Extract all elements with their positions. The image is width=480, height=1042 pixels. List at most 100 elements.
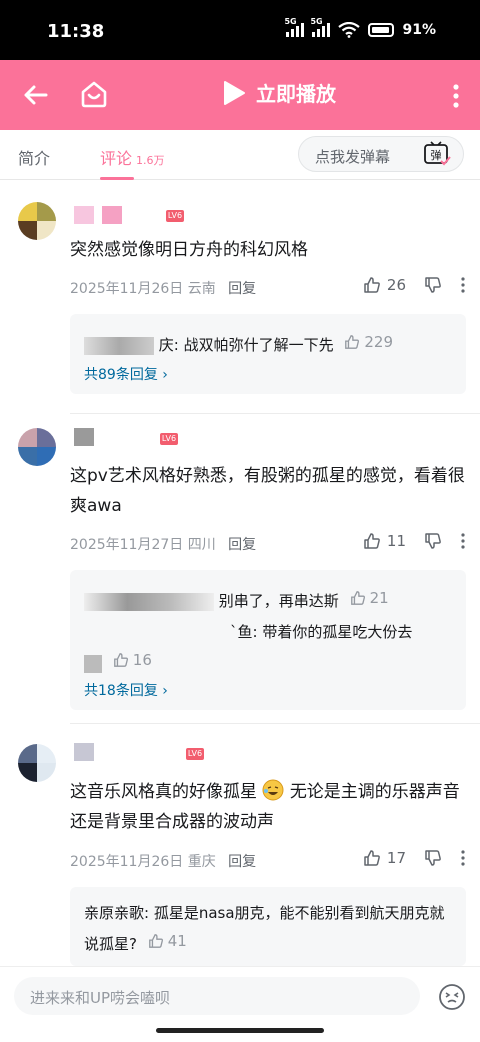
username-pixelated[interactable] bbox=[74, 204, 122, 226]
thumbs-down-icon[interactable] bbox=[424, 532, 442, 550]
pixelated-username bbox=[84, 336, 154, 355]
thumbs-up-icon bbox=[364, 533, 380, 549]
home-indicator[interactable] bbox=[156, 1028, 324, 1033]
thumbs-up-icon bbox=[113, 653, 128, 667]
network-type-label-2: 5G bbox=[310, 17, 323, 26]
tab-comments-count: 1.6万 bbox=[136, 154, 165, 167]
status-icons: 5G 5G 91% bbox=[284, 17, 436, 38]
thumbs-up-icon bbox=[364, 277, 380, 293]
comment-date: 2025年11月26日 bbox=[70, 854, 184, 870]
reply-button[interactable]: 回复 bbox=[228, 281, 256, 297]
tab-intro[interactable]: 简介 bbox=[18, 145, 50, 169]
reply-like[interactable]: 16 bbox=[113, 646, 152, 674]
chevron-right-icon: › bbox=[162, 367, 168, 383]
danmaku-toggle-icon[interactable]: 弹 bbox=[423, 141, 451, 167]
comment-actions: 11 bbox=[363, 532, 466, 550]
like-button[interactable]: 26 bbox=[363, 276, 406, 294]
avatar[interactable] bbox=[18, 428, 56, 466]
tab-comments[interactable]: 评论 1.6万 bbox=[100, 145, 165, 169]
reply-line: `鱼: 带着你的孤星吃大份去 bbox=[230, 618, 456, 646]
network-type-label: 5G bbox=[284, 17, 297, 26]
comment-meta: 2025年11月26日 云南 回复 bbox=[70, 278, 256, 298]
thumbs-up-icon bbox=[350, 591, 365, 605]
signal-5g-2-icon: 5G bbox=[310, 17, 331, 37]
comment-text-part1: 这音乐风格真的好像孤星 bbox=[70, 782, 257, 802]
reply-text: `鱼: 带着你的孤星吃大份去 bbox=[230, 623, 413, 641]
battery-icon bbox=[368, 23, 395, 37]
avatar[interactable] bbox=[18, 744, 56, 782]
reply-preview-box[interactable]: 庆: 战双帕弥什了解一下先 229 共89条回复 › bbox=[70, 314, 466, 394]
like-count: 26 bbox=[386, 276, 406, 294]
divider bbox=[70, 413, 480, 414]
thumbs-up-icon bbox=[148, 934, 163, 948]
comment-date: 2025年11月26日 bbox=[70, 281, 184, 297]
reply-like[interactable]: 41 bbox=[148, 927, 187, 955]
username-pixelated[interactable] bbox=[74, 426, 94, 448]
more-replies-link[interactable]: 共89条回复 › bbox=[84, 364, 168, 384]
more-options-icon[interactable] bbox=[460, 849, 466, 867]
laughing-emoji-icon bbox=[262, 779, 284, 801]
reply-preview-box[interactable]: 别串了，再串达斯 21 `鱼: 带着你的孤星吃大份去 16 共18条回复 › bbox=[70, 570, 466, 710]
home-icon[interactable] bbox=[78, 78, 110, 110]
like-button[interactable]: 11 bbox=[363, 532, 406, 550]
reply-button[interactable]: 回复 bbox=[228, 854, 256, 870]
play-icon bbox=[224, 80, 245, 105]
comment-location: 云南 bbox=[187, 281, 216, 297]
reply-like[interactable]: 229 bbox=[344, 328, 393, 356]
pixelated-username bbox=[84, 592, 214, 611]
thumbs-up-icon bbox=[345, 335, 360, 349]
level-badge: LV6 bbox=[160, 433, 178, 445]
danmaku-icon-text: 弹 bbox=[431, 148, 442, 162]
reply-text: 亲原亲歌: 孤星是nasa朋克，能不能别看到航天朋克就说孤星? bbox=[84, 904, 445, 953]
level-badge: LV6 bbox=[186, 748, 204, 760]
danmaku-input[interactable]: 点我发弹幕 弹 bbox=[298, 136, 464, 172]
more-vertical-icon[interactable] bbox=[444, 80, 468, 112]
top-bar: 立即播放 bbox=[0, 60, 480, 130]
reply-like-count: 21 bbox=[369, 589, 389, 607]
reply-like-count: 229 bbox=[364, 333, 394, 351]
more-replies-link[interactable]: 共18条回复 › bbox=[84, 680, 168, 700]
avatar[interactable] bbox=[18, 202, 56, 240]
pixelated-username bbox=[84, 654, 102, 673]
status-bar: 11:38 5G 5G 91% bbox=[0, 0, 480, 60]
reply-like-count: 41 bbox=[167, 932, 187, 950]
reply-line: 庆: 战双帕弥什了解一下先 229 bbox=[84, 328, 456, 359]
reply-text: 别串了，再串达斯 bbox=[218, 592, 339, 610]
battery-percent: 91% bbox=[402, 22, 436, 38]
reply-line: 16 bbox=[84, 646, 456, 677]
like-button[interactable]: 17 bbox=[363, 849, 406, 867]
comment-text: 这pv艺术风格好熟悉，有股粥的孤星的感觉，看着很爽awa bbox=[70, 466, 465, 516]
more-options-icon[interactable] bbox=[460, 276, 466, 294]
back-arrow-icon[interactable] bbox=[20, 79, 52, 111]
danmaku-placeholder: 点我发弹幕 bbox=[315, 148, 391, 166]
more-replies-label: 共89条回复 bbox=[84, 367, 158, 383]
reply-line: 亲原亲歌: 孤星是nasa朋克，能不能别看到航天朋克就说孤星? 41 bbox=[84, 899, 456, 958]
divider bbox=[70, 723, 480, 724]
level-badge: LV6 bbox=[166, 210, 184, 222]
comment-meta: 2025年11月27日 四川 回复 bbox=[70, 534, 256, 554]
comment-input[interactable]: 进来来和UP唠会嗑呗 bbox=[14, 977, 420, 1015]
comment-input-bar: 进来来和UP唠会嗑呗 bbox=[0, 966, 480, 1024]
reply-button[interactable]: 回复 bbox=[228, 537, 256, 553]
comment-location: 四川 bbox=[187, 537, 216, 553]
username-pixelated[interactable] bbox=[74, 741, 94, 763]
play-now-button[interactable]: 立即播放 bbox=[222, 78, 336, 107]
more-options-icon[interactable] bbox=[460, 532, 466, 550]
comment-date: 2025年11月27日 bbox=[70, 537, 184, 553]
chevron-right-icon: › bbox=[162, 683, 168, 699]
thumbs-up-icon bbox=[364, 850, 380, 866]
thumbs-down-icon[interactable] bbox=[424, 276, 442, 294]
play-now-label: 立即播放 bbox=[256, 82, 336, 106]
more-replies-label: 共18条回复 bbox=[84, 683, 158, 699]
reply-like[interactable]: 21 bbox=[350, 584, 389, 612]
tab-intro-label: 简介 bbox=[18, 149, 51, 168]
wifi-icon bbox=[338, 22, 361, 38]
tab-active-indicator bbox=[100, 177, 134, 180]
thumbs-down-icon[interactable] bbox=[424, 849, 442, 867]
reply-preview-box[interactable]: 亲原亲歌: 孤星是nasa朋克，能不能别看到航天朋克就说孤星? 41 bbox=[70, 887, 466, 966]
comment-input-placeholder: 进来来和UP唠会嗑呗 bbox=[30, 989, 171, 1007]
comment-actions: 26 bbox=[363, 276, 466, 294]
comment-location: 重庆 bbox=[187, 854, 216, 870]
emoji-icon[interactable] bbox=[438, 983, 466, 1011]
reply-line: 别串了，再串达斯 21 bbox=[84, 584, 456, 615]
